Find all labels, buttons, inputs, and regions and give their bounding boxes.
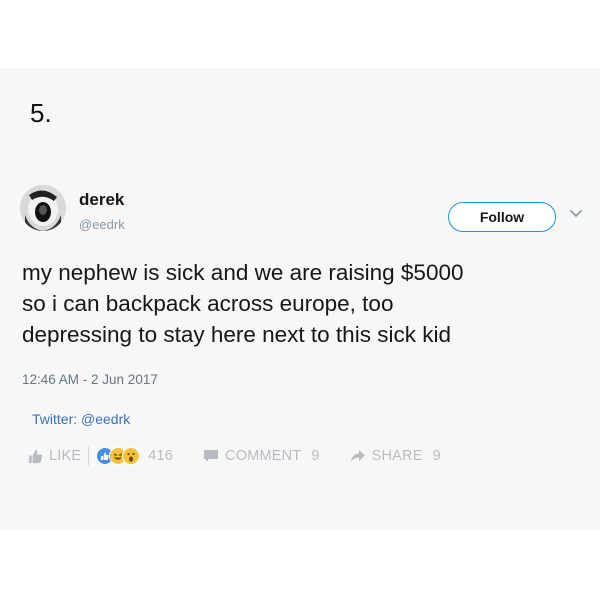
list-number: 5. — [30, 98, 52, 128]
tweet-line: my nephew is sick and we are raising $50… — [22, 260, 464, 285]
comment-count: 9 — [311, 448, 320, 464]
like-label: LIKE — [49, 448, 82, 464]
like-button[interactable]: LIKE — [28, 448, 81, 464]
avatar-image — [20, 185, 66, 231]
comment-button[interactable]: COMMENT 9 — [203, 448, 320, 464]
display-name[interactable]: derek — [79, 190, 124, 210]
action-bar: LIKE 416 COMMENT 9 SHARE 9 — [28, 444, 441, 468]
share-arrow-icon — [350, 450, 365, 462]
tweet-line: depressing to stay here next to this sic… — [22, 322, 451, 347]
tweet-line: so i can backpack across europe, too — [22, 291, 394, 316]
comment-label: COMMENT — [225, 448, 302, 464]
chevron-down-icon[interactable] — [566, 206, 586, 222]
follow-button[interactable]: Follow — [448, 202, 556, 232]
comment-icon — [204, 449, 219, 462]
reaction-count: 416 — [148, 448, 174, 464]
user-handle[interactable]: @eedrk — [79, 217, 125, 232]
wow-reaction-icon — [122, 447, 141, 465]
tweet-text: my nephew is sick and we are raising $50… — [22, 257, 587, 350]
tweet-timestamp[interactable]: 12:46 AM - 2 Jun 2017 — [22, 372, 158, 387]
reactions-group[interactable] — [96, 447, 141, 465]
share-label: SHARE — [371, 448, 423, 464]
source-credit[interactable]: Twitter: @eedrk — [32, 411, 130, 427]
divider — [88, 447, 90, 465]
share-count: 9 — [432, 448, 441, 464]
thumbs-up-icon — [28, 449, 43, 463]
avatar[interactable] — [20, 185, 66, 231]
share-button[interactable]: SHARE 9 — [350, 448, 441, 464]
